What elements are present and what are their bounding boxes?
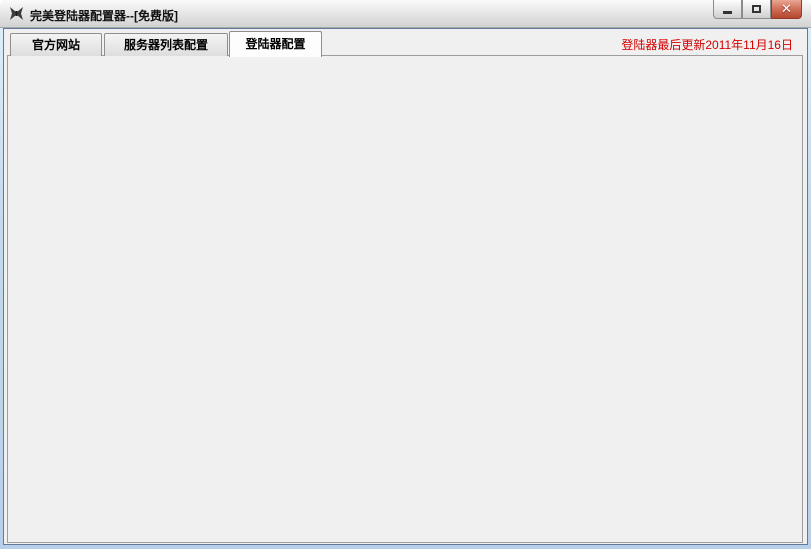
- app-window: 完美登陆器配置器--[免费版] ✕ 官方网站服务器列表配置登陆器配置 登陆器最后…: [0, 0, 811, 549]
- close-icon: ✕: [781, 1, 792, 17]
- butterfly-logo-icon: [9, 6, 24, 21]
- window-controls: ✕: [713, 0, 802, 20]
- minimize-icon: [723, 11, 732, 14]
- tab-1[interactable]: 服务器列表配置: [104, 33, 228, 56]
- title-bar[interactable]: 完美登陆器配置器--[免费版] ✕: [0, 0, 811, 28]
- close-button[interactable]: ✕: [771, 0, 802, 19]
- minimize-button[interactable]: [713, 0, 742, 19]
- maximize-icon: [752, 5, 761, 13]
- tab-2[interactable]: 登陆器配置: [229, 31, 322, 57]
- tab-panel-launcher-config: [7, 55, 803, 543]
- window-title: 完美登陆器配置器--[免费版]: [30, 7, 178, 24]
- maximize-button[interactable]: [742, 0, 771, 19]
- tab-0[interactable]: 官方网站: [10, 33, 102, 56]
- last-update-notice: 登陆器最后更新2011年11月16日: [621, 36, 793, 53]
